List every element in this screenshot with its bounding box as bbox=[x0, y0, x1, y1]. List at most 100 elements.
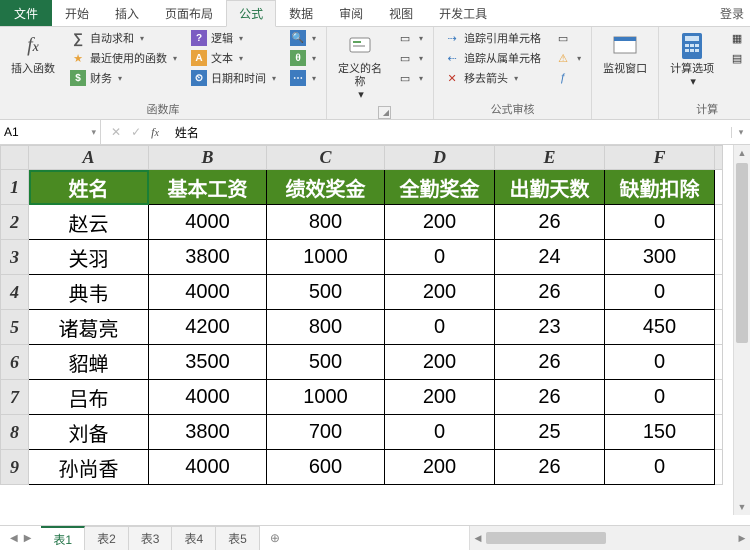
nav-next-icon[interactable]: ▶ bbox=[24, 533, 32, 544]
sheet-nav[interactable]: ◀ ▶ bbox=[0, 526, 41, 550]
cell[interactable]: 500 bbox=[267, 345, 385, 380]
calc-now-button[interactable]: ▦ bbox=[725, 29, 749, 47]
cell[interactable]: 0 bbox=[605, 345, 715, 380]
cell[interactable]: 0 bbox=[605, 275, 715, 310]
name-opt3[interactable]: ▭▾ bbox=[393, 69, 427, 87]
cell[interactable]: 500 bbox=[267, 275, 385, 310]
calc-sheet-button[interactable]: ▤ bbox=[725, 49, 749, 67]
cell[interactable]: 150 bbox=[605, 415, 715, 450]
cell[interactable] bbox=[715, 205, 723, 240]
lookup-button[interactable]: 🔍 ▾ bbox=[286, 29, 320, 47]
login-link[interactable]: 登录 bbox=[720, 0, 750, 26]
vertical-scrollbar[interactable]: ▲ ▼ bbox=[733, 145, 750, 515]
expand-formula-bar[interactable]: ▾ bbox=[731, 127, 750, 138]
spreadsheet-grid[interactable]: A B C D E F 1 姓名 基本工资 绩效奖金 全勤奖金 出勤天数 缺勤扣… bbox=[0, 145, 723, 485]
new-sheet-button[interactable]: ⊕ bbox=[260, 526, 290, 550]
cell[interactable]: 700 bbox=[267, 415, 385, 450]
cell[interactable]: 26 bbox=[495, 275, 605, 310]
cell[interactable]: 1000 bbox=[267, 380, 385, 415]
tab-home[interactable]: 开始 bbox=[52, 0, 102, 26]
col-header[interactable]: E bbox=[495, 146, 605, 170]
cell[interactable]: 4000 bbox=[149, 450, 267, 485]
cell[interactable]: 26 bbox=[495, 345, 605, 380]
tab-review[interactable]: 审阅 bbox=[326, 0, 376, 26]
cell[interactable]: 0 bbox=[385, 240, 495, 275]
calc-options-button[interactable]: 计算选项 ▾ bbox=[665, 29, 719, 91]
row-header[interactable]: 5 bbox=[1, 310, 29, 345]
cell[interactable]: 姓名 bbox=[29, 170, 149, 205]
row-header[interactable]: 3 bbox=[1, 240, 29, 275]
cell[interactable]: 23 bbox=[495, 310, 605, 345]
cell[interactable]: 800 bbox=[267, 205, 385, 240]
text-button[interactable]: A 文本▾ bbox=[187, 49, 280, 67]
cell[interactable]: 450 bbox=[605, 310, 715, 345]
name-box[interactable]: A1 ▾ bbox=[0, 120, 101, 144]
cell[interactable]: 出勤天数 bbox=[495, 170, 605, 205]
trace-precedents-button[interactable]: ⇢ 追踪引用单元格 bbox=[440, 29, 545, 47]
scroll-right-icon[interactable]: ▶ bbox=[734, 533, 750, 544]
col-header[interactable]: A bbox=[29, 146, 149, 170]
nav-prev-icon[interactable]: ◀ bbox=[10, 533, 18, 544]
cell[interactable]: 3800 bbox=[149, 415, 267, 450]
sheet-tab[interactable]: 表2 bbox=[85, 526, 129, 550]
cell[interactable]: 绩效奖金 bbox=[267, 170, 385, 205]
name-opt1[interactable]: ▭▾ bbox=[393, 29, 427, 47]
cell[interactable]: 3500 bbox=[149, 345, 267, 380]
row-header[interactable]: 4 bbox=[1, 275, 29, 310]
sheet-tab[interactable]: 表4 bbox=[172, 526, 216, 550]
tab-pagelayout[interactable]: 页面布局 bbox=[152, 0, 226, 26]
scroll-thumb[interactable] bbox=[486, 532, 606, 544]
math-button[interactable]: θ ▾ bbox=[286, 49, 320, 67]
cell[interactable]: 4000 bbox=[149, 275, 267, 310]
cell[interactable]: 3800 bbox=[149, 240, 267, 275]
cell[interactable]: 赵云 bbox=[29, 205, 149, 240]
cell[interactable] bbox=[715, 240, 723, 275]
sheet-tab[interactable]: 表3 bbox=[129, 526, 173, 550]
show-formulas-button[interactable]: ▭ bbox=[551, 29, 585, 47]
col-header[interactable]: C bbox=[267, 146, 385, 170]
recent-functions-button[interactable]: ★ 最近使用的函数▾ bbox=[66, 49, 181, 67]
cell[interactable]: 600 bbox=[267, 450, 385, 485]
financial-button[interactable]: $ 财务▾ bbox=[66, 69, 181, 87]
row-header[interactable]: 7 bbox=[1, 380, 29, 415]
cell[interactable]: 诸葛亮 bbox=[29, 310, 149, 345]
row-header[interactable]: 9 bbox=[1, 450, 29, 485]
row-header[interactable]: 8 bbox=[1, 415, 29, 450]
cell[interactable]: 基本工资 bbox=[149, 170, 267, 205]
more-functions-button[interactable]: ⋯ ▾ bbox=[286, 69, 320, 87]
cell[interactable] bbox=[715, 170, 723, 205]
col-header[interactable]: B bbox=[149, 146, 267, 170]
col-header[interactable]: F bbox=[605, 146, 715, 170]
horizontal-scrollbar[interactable]: ◀ ▶ bbox=[469, 526, 750, 550]
tab-data[interactable]: 数据 bbox=[276, 0, 326, 26]
cell[interactable]: 0 bbox=[605, 450, 715, 485]
error-check-button[interactable]: ⚠▾ bbox=[551, 49, 585, 67]
cell[interactable]: 200 bbox=[385, 345, 495, 380]
cell[interactable]: 0 bbox=[605, 380, 715, 415]
scroll-left-icon[interactable]: ◀ bbox=[470, 533, 486, 544]
cell[interactable]: 25 bbox=[495, 415, 605, 450]
cancel-icon[interactable]: ✕ bbox=[111, 125, 121, 140]
cell[interactable]: 0 bbox=[385, 310, 495, 345]
cell[interactable] bbox=[715, 275, 723, 310]
row-header[interactable]: 2 bbox=[1, 205, 29, 240]
define-name-button[interactable]: 定义的名称 ▾ bbox=[333, 29, 387, 104]
enter-icon[interactable]: ✓ bbox=[131, 125, 141, 140]
cell[interactable]: 200 bbox=[385, 380, 495, 415]
evaluate-button[interactable]: ƒ bbox=[551, 69, 585, 87]
cell[interactable]: 关羽 bbox=[29, 240, 149, 275]
cell[interactable]: 24 bbox=[495, 240, 605, 275]
remove-arrows-button[interactable]: ✕ 移去箭头▾ bbox=[440, 69, 545, 87]
row-header[interactable]: 1 bbox=[1, 170, 29, 205]
cell[interactable] bbox=[715, 345, 723, 380]
cell[interactable]: 刘备 bbox=[29, 415, 149, 450]
row-header[interactable]: 6 bbox=[1, 345, 29, 380]
file-tab[interactable]: 文件 bbox=[0, 0, 52, 26]
cell[interactable]: 吕布 bbox=[29, 380, 149, 415]
cell[interactable] bbox=[715, 380, 723, 415]
cell[interactable]: 200 bbox=[385, 450, 495, 485]
cell[interactable]: 孙尚香 bbox=[29, 450, 149, 485]
formula-bar[interactable]: 姓名 bbox=[169, 120, 731, 144]
cell[interactable]: 200 bbox=[385, 205, 495, 240]
cell[interactable]: 300 bbox=[605, 240, 715, 275]
